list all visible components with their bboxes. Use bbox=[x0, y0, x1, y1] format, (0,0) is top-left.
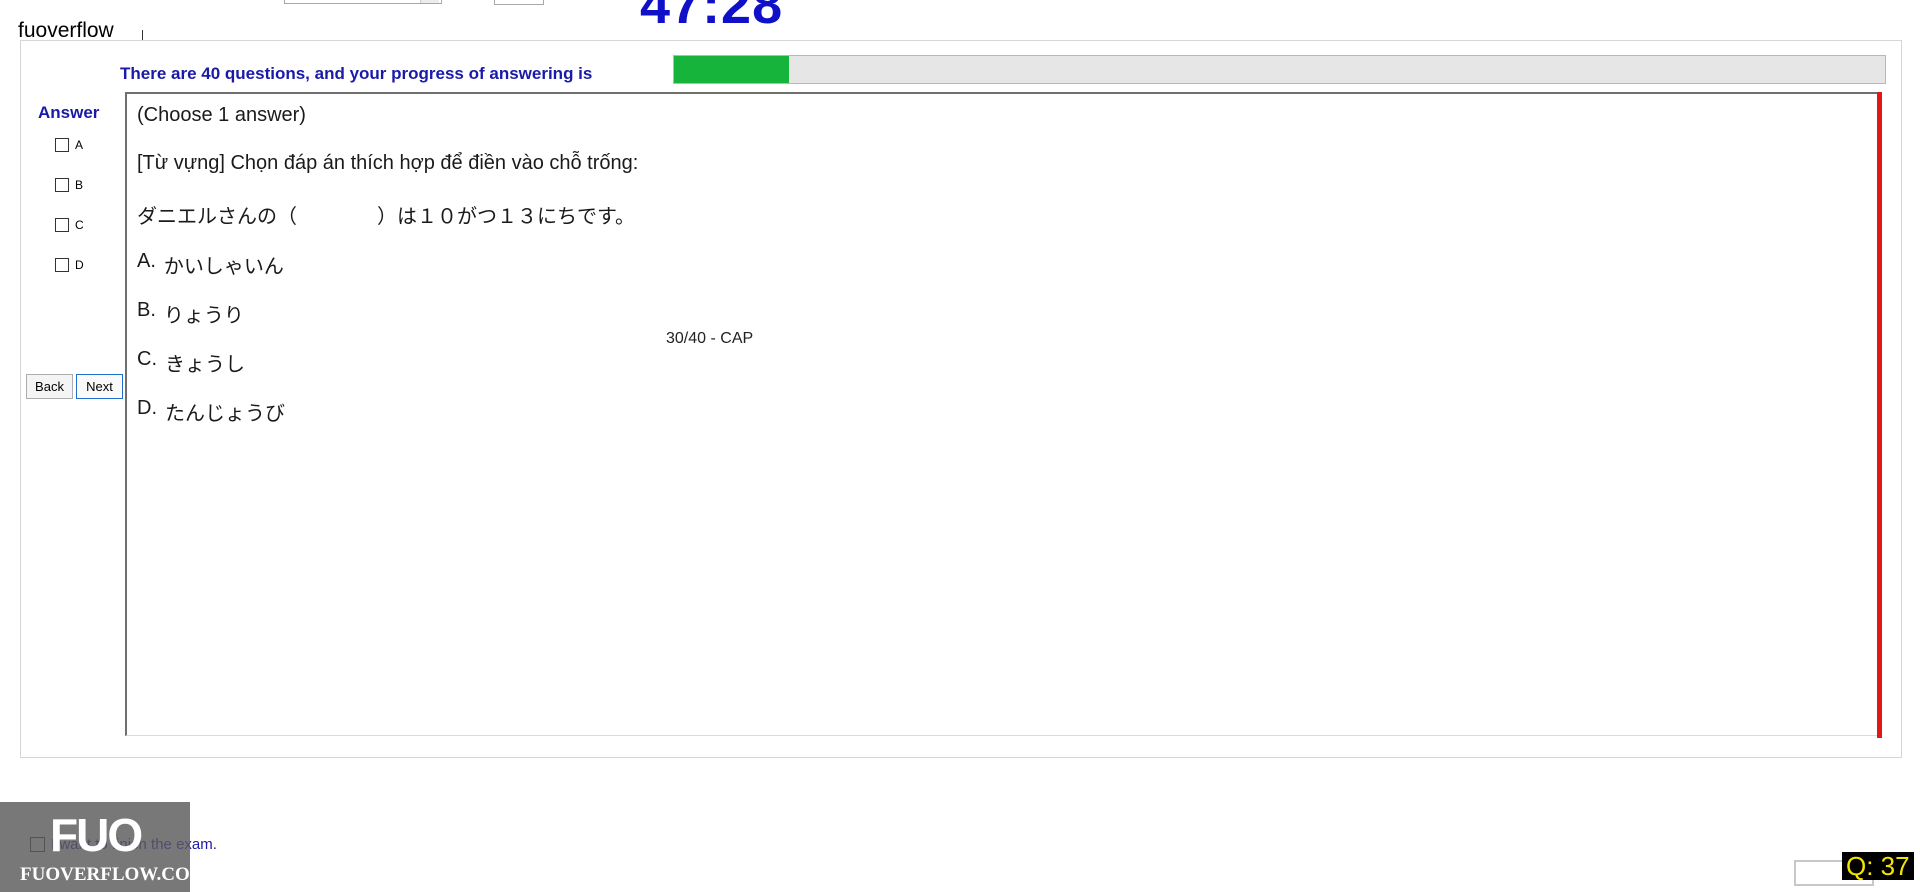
question-area bbox=[125, 92, 1879, 736]
question-prompt: [Từ vựng] Chọn đáp án thích hợp để điền … bbox=[137, 152, 639, 174]
checkbox-c[interactable] bbox=[55, 218, 69, 232]
answer-option-a[interactable]: A bbox=[55, 138, 83, 152]
choice-letter: A. bbox=[137, 250, 156, 272]
choice-text: たんじょうび bbox=[165, 403, 285, 425]
answer-heading: Answer bbox=[38, 103, 100, 122]
choice-d: D. たんじょうび bbox=[137, 397, 285, 426]
answer-option-c[interactable]: C bbox=[55, 218, 84, 232]
exam-code-field[interactable] bbox=[284, 0, 442, 4]
checkbox-b[interactable] bbox=[55, 178, 69, 192]
choice-text: かいしゃいん bbox=[163, 256, 284, 278]
answer-option-label: A bbox=[75, 138, 84, 152]
answer-option-d[interactable]: D bbox=[55, 258, 84, 272]
choice-text: きょうし bbox=[165, 354, 245, 376]
back-button[interactable]: Back bbox=[26, 374, 73, 399]
choice-c: C. きょうし bbox=[137, 348, 245, 377]
question-badge: Q: 37 bbox=[1842, 851, 1914, 881]
choice-letter: D. bbox=[137, 397, 157, 419]
answer-option-label: C bbox=[75, 218, 84, 232]
choice-letter: C. bbox=[137, 348, 157, 370]
question-counter: 30/40 - CAP bbox=[666, 330, 754, 347]
question-instruction: (Choose 1 answer) bbox=[137, 104, 306, 126]
watermark-text: FUOVERFLOW.COM bbox=[20, 864, 208, 885]
watermark-logo: FUO FUOVERFLOW.COM bbox=[0, 802, 208, 892]
next-button[interactable]: Next bbox=[76, 374, 123, 399]
progress-bar-fill bbox=[674, 56, 790, 83]
progress-label: There are 40 questions, and your progres… bbox=[120, 64, 593, 83]
choice-a: A. かいしゃいん bbox=[137, 250, 284, 279]
exam-code-dropdown-button[interactable] bbox=[420, 0, 439, 3]
font-size-field[interactable] bbox=[494, 0, 544, 5]
countdown-timer: 47:28 bbox=[640, 0, 784, 35]
watermark-logo-mark: FUO bbox=[50, 809, 143, 861]
checkbox-a[interactable] bbox=[55, 138, 69, 152]
question-sentence: ダニエルさんの（ ）は１０がつ１３にちです。 bbox=[137, 206, 635, 228]
choice-letter: B. bbox=[137, 299, 156, 321]
choice-b: B. りょうり bbox=[137, 299, 244, 328]
choice-text: りょうり bbox=[163, 305, 244, 327]
question-scrollbar[interactable] bbox=[1877, 92, 1882, 738]
answer-option-label: D bbox=[75, 258, 84, 272]
checkbox-d[interactable] bbox=[55, 258, 69, 272]
answer-option-b[interactable]: B bbox=[55, 178, 83, 192]
answer-option-label: B bbox=[75, 178, 84, 192]
progress-bar bbox=[673, 55, 1886, 84]
